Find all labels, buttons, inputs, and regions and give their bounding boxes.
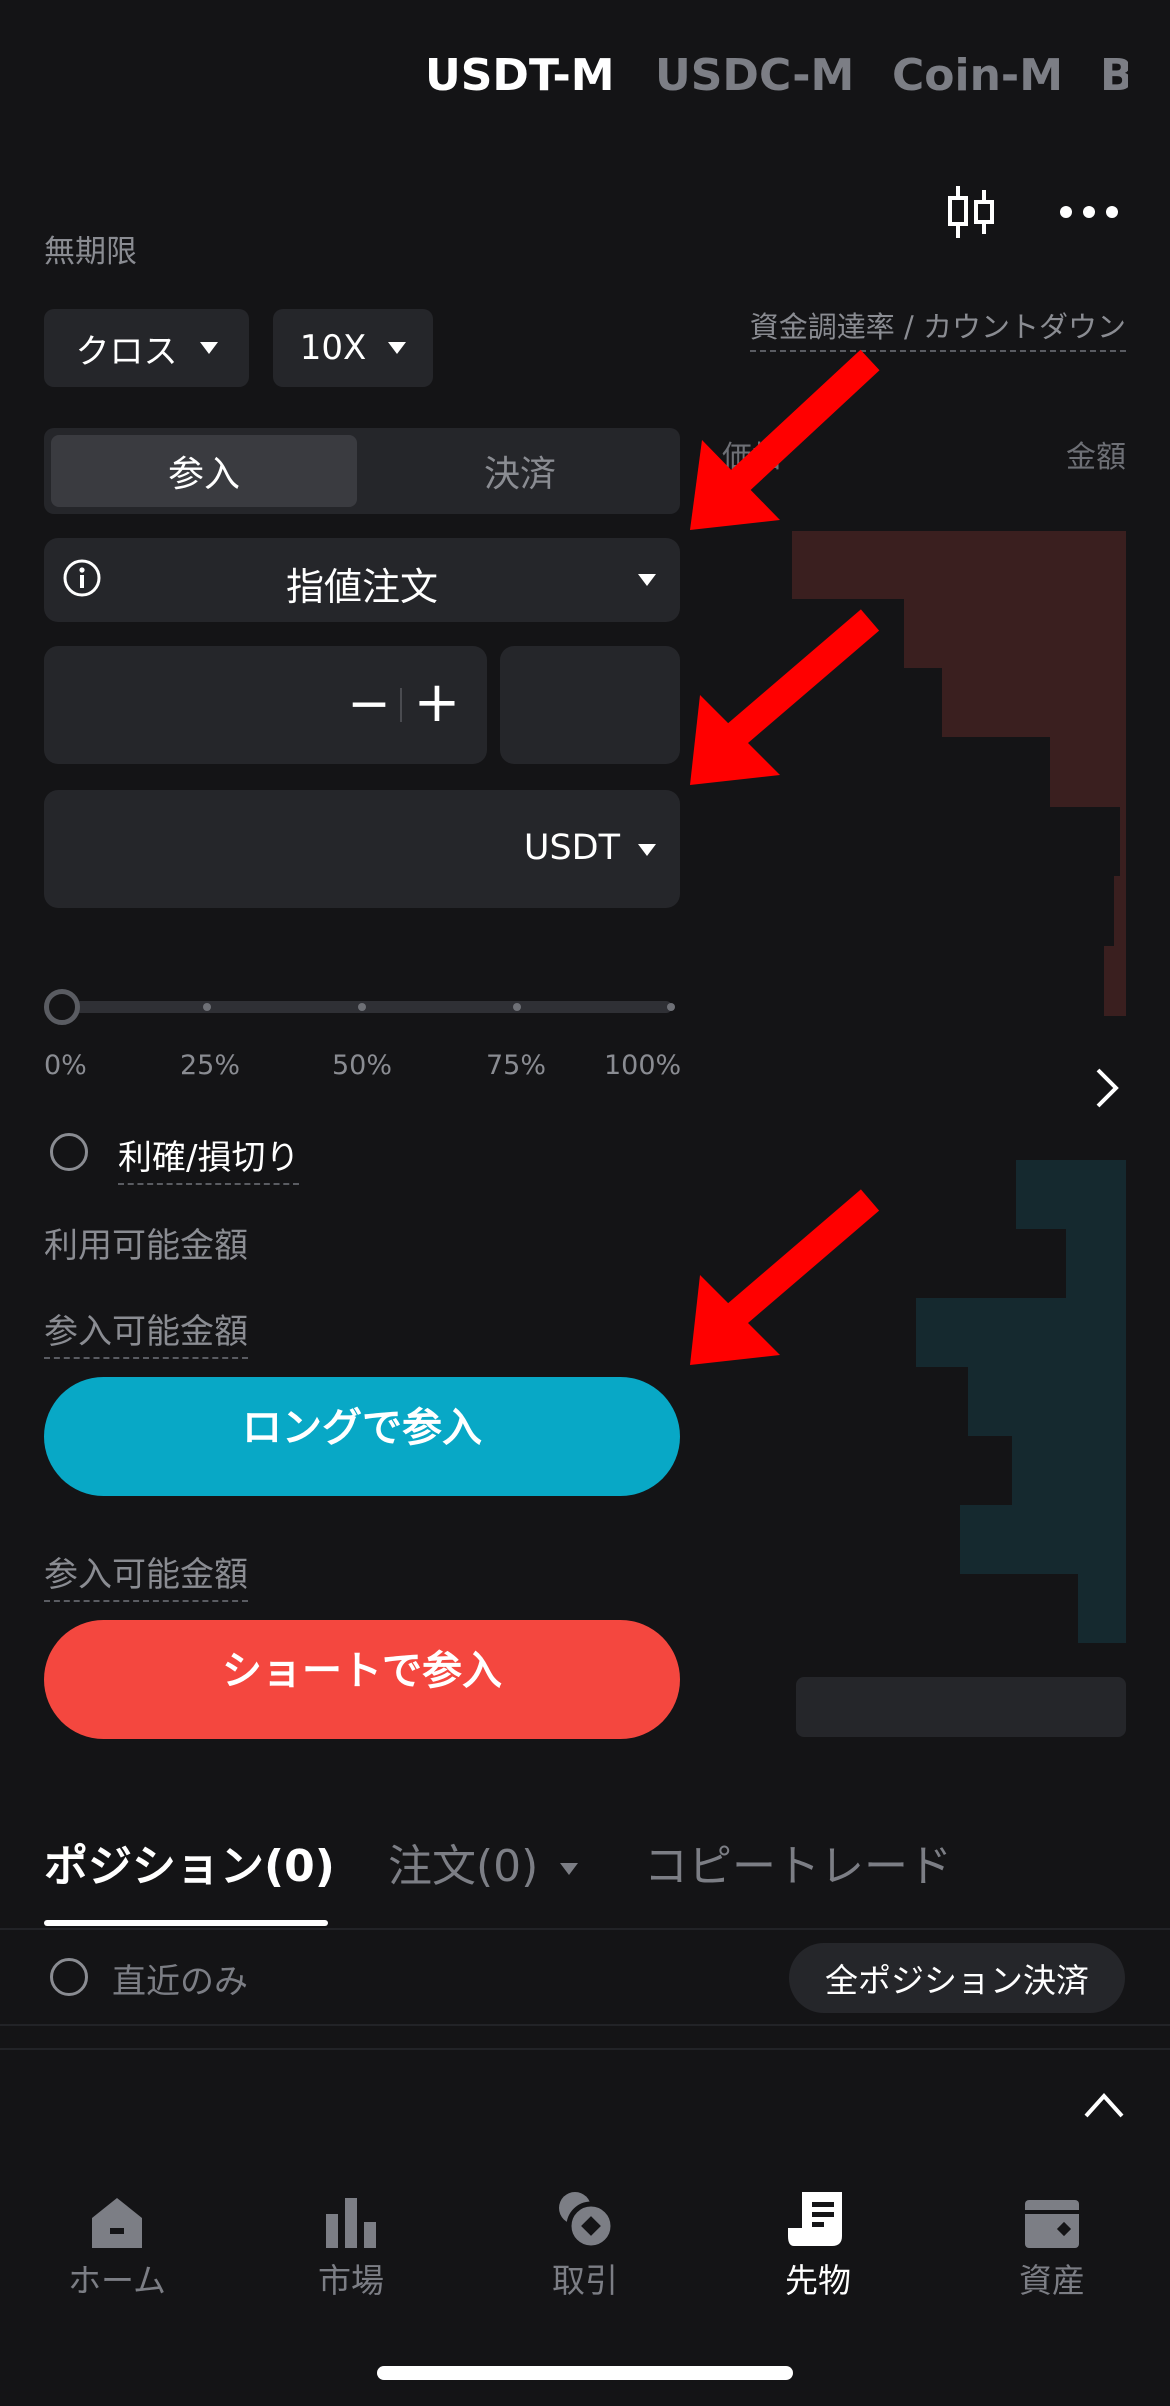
caret-down-icon xyxy=(638,844,656,856)
ask-depth-bar xyxy=(942,668,1126,737)
tp-sl-label[interactable]: 利確/損切り xyxy=(118,1130,300,1185)
bar-chart-icon xyxy=(251,2180,451,2250)
trade-coin-icon xyxy=(485,2180,685,2250)
nav-assets-label: 資産 xyxy=(1019,2261,1085,2300)
tab-close[interactable]: 決済 xyxy=(367,435,673,507)
bid-depth-bar xyxy=(1078,1574,1126,1643)
long-max-label[interactable]: 参入可能金額 xyxy=(44,1304,248,1359)
home-icon xyxy=(17,2180,217,2250)
leverage-value: 10X xyxy=(299,328,367,368)
minus-button[interactable]: − xyxy=(344,678,394,730)
plus-button[interactable]: + xyxy=(412,675,462,731)
contract-type-label: 無期限 xyxy=(44,234,137,270)
tab-orders[interactable]: 注文(0) xyxy=(388,1830,579,1894)
nav-home[interactable]: ホーム xyxy=(17,2180,217,2302)
annotation-arrow xyxy=(690,1189,880,1365)
amount-slider[interactable] xyxy=(62,1001,675,1013)
bid-depth-bar xyxy=(1066,1229,1126,1298)
chevron-up-icon[interactable] xyxy=(1082,2090,1126,2120)
divider xyxy=(0,1928,1170,1930)
bid-depth-bar xyxy=(1012,1436,1126,1505)
bid-depth-bar xyxy=(960,1505,1126,1574)
orderbook-amount-header: 金額 xyxy=(1066,440,1126,475)
tab-orders-label: 注文(0) xyxy=(388,1841,539,1892)
tab-usdc-m[interactable]: USDC-M xyxy=(655,50,854,101)
nav-trade[interactable]: 取引 xyxy=(485,2180,685,2302)
order-type-select[interactable]: 指値注文 xyxy=(44,538,680,622)
chevron-right-icon[interactable] xyxy=(1090,1066,1124,1110)
tab-open[interactable]: 参入 xyxy=(51,435,357,507)
long-button[interactable]: ロングで参入 xyxy=(44,1377,680,1496)
tab-b[interactable]: B xyxy=(1100,50,1128,101)
ask-depth-bar xyxy=(1114,876,1126,946)
nav-trade-label: 取引 xyxy=(552,2261,618,2300)
tp-sl-checkbox[interactable] xyxy=(50,1133,88,1171)
tab-coin-m[interactable]: Coin-M xyxy=(892,50,1063,101)
annotation-arrow xyxy=(690,609,880,785)
tab-copy-trade[interactable]: コピートレード xyxy=(644,1830,952,1894)
order-type-value: 指値注文 xyxy=(285,565,438,609)
slider-label: 0% xyxy=(44,1050,87,1081)
home-indicator xyxy=(377,2366,793,2380)
slider-tick xyxy=(513,1003,521,1011)
annotation-arrow xyxy=(690,349,880,530)
short-max-label[interactable]: 参入可能金額 xyxy=(44,1547,248,1602)
slider-label: 100% xyxy=(604,1050,682,1081)
slider-tick xyxy=(358,1003,366,1011)
nav-markets[interactable]: 市場 xyxy=(251,2180,451,2302)
price-input[interactable]: − + xyxy=(44,646,487,764)
caret-down-icon xyxy=(199,342,218,354)
recent-only-checkbox[interactable] xyxy=(50,1958,88,1996)
nav-markets-label: 市場 xyxy=(318,2261,384,2300)
slider-handle[interactable] xyxy=(44,989,80,1025)
slider-tick xyxy=(203,1003,211,1011)
slider-label: 75% xyxy=(486,1050,547,1081)
tab-positions[interactable]: ポジション(0) xyxy=(44,1830,335,1894)
slider-label: 25% xyxy=(180,1050,241,1081)
ask-depth-bar xyxy=(904,599,1126,668)
futures-icon xyxy=(718,2180,918,2250)
more-icon[interactable] xyxy=(1058,202,1120,222)
ask-depth-bar xyxy=(1050,737,1126,807)
nav-assets[interactable]: 資産 xyxy=(952,2180,1152,2302)
tab-usdt-m[interactable]: USDT-M xyxy=(425,50,615,101)
margin-mode-value: クロス xyxy=(75,331,178,372)
market-type-tabs: USDT-M USDC-M Coin-M B xyxy=(0,50,1170,110)
close-all-positions-button[interactable]: 全ポジション決済 xyxy=(789,1943,1125,2013)
ask-depth-bar xyxy=(1120,807,1126,876)
margin-mode-select[interactable]: クロス xyxy=(44,309,249,387)
leverage-select[interactable]: 10X xyxy=(273,309,433,387)
short-button[interactable]: ショートで参入 xyxy=(44,1620,680,1739)
wallet-icon xyxy=(952,2180,1152,2250)
amount-input[interactable]: USDT xyxy=(44,790,680,908)
divider xyxy=(0,2048,1170,2050)
caret-down-icon xyxy=(560,1863,579,1875)
active-tab-indicator xyxy=(44,1920,328,1926)
nav-home-label: ホーム xyxy=(67,2261,166,2300)
amount-unit[interactable]: USDT xyxy=(524,828,620,868)
ask-depth-bar xyxy=(1104,946,1126,1016)
nav-futures[interactable]: 先物 xyxy=(718,2180,918,2302)
available-label: 利用可能金額 xyxy=(44,1226,248,1266)
bbo-input[interactable] xyxy=(500,646,680,764)
bid-depth-bar xyxy=(1016,1160,1126,1229)
recent-only-label: 直近のみ xyxy=(112,1962,248,2002)
candlestick-chart-icon[interactable] xyxy=(944,184,998,240)
slider-label: 50% xyxy=(332,1050,393,1081)
caret-down-icon xyxy=(638,574,656,586)
nav-futures-label: 先物 xyxy=(785,2261,851,2300)
side-segment: 参入 決済 xyxy=(44,428,680,514)
slider-tick xyxy=(667,1003,675,1011)
bid-depth-bar xyxy=(916,1298,1126,1367)
divider xyxy=(0,2024,1170,2026)
caret-down-icon xyxy=(388,342,407,354)
bid-depth-bar xyxy=(968,1367,1126,1436)
stepper-divider xyxy=(400,688,402,722)
orderbook-depth-select[interactable] xyxy=(796,1677,1126,1737)
